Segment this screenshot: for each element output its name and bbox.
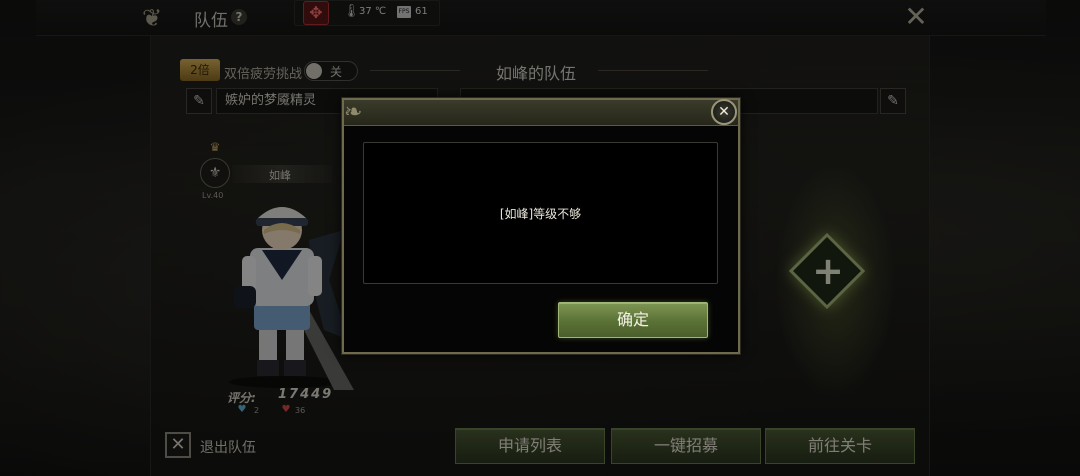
confirm-button[interactable]: 确定	[558, 302, 708, 338]
dialog-header	[344, 100, 738, 126]
ornament-icon: ❧	[344, 100, 363, 125]
dialog-close-button[interactable]: ✕	[711, 99, 737, 125]
dialog-message: [如峰]等级不够	[499, 207, 582, 221]
